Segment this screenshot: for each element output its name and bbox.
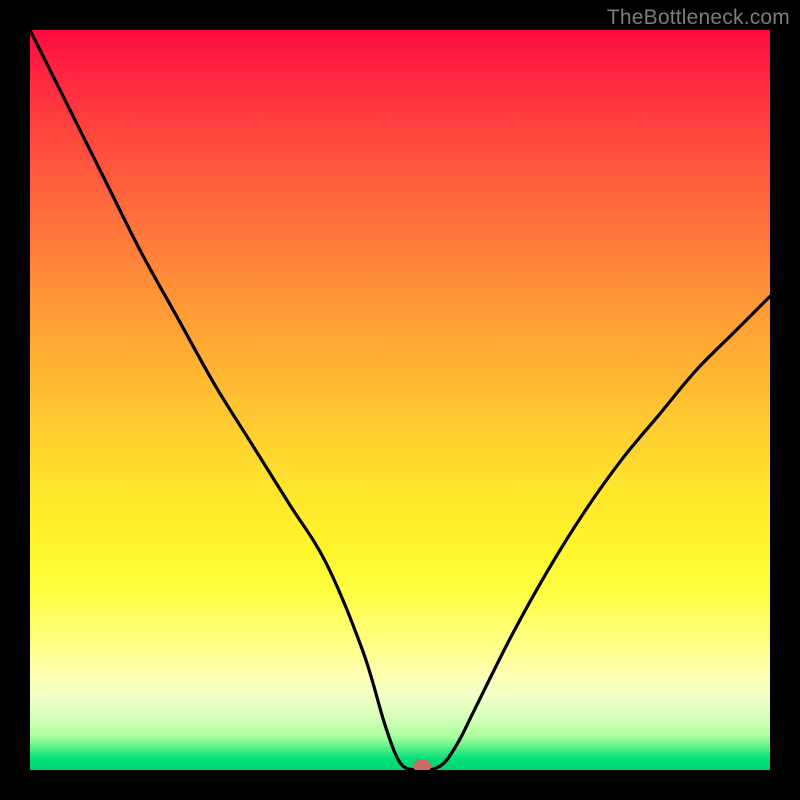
watermark-text: TheBottleneck.com bbox=[607, 6, 790, 30]
chart-svg bbox=[30, 30, 770, 770]
chart-plot-area bbox=[30, 30, 770, 770]
bottleneck-curve bbox=[30, 30, 770, 770]
optimal-marker bbox=[413, 759, 431, 770]
